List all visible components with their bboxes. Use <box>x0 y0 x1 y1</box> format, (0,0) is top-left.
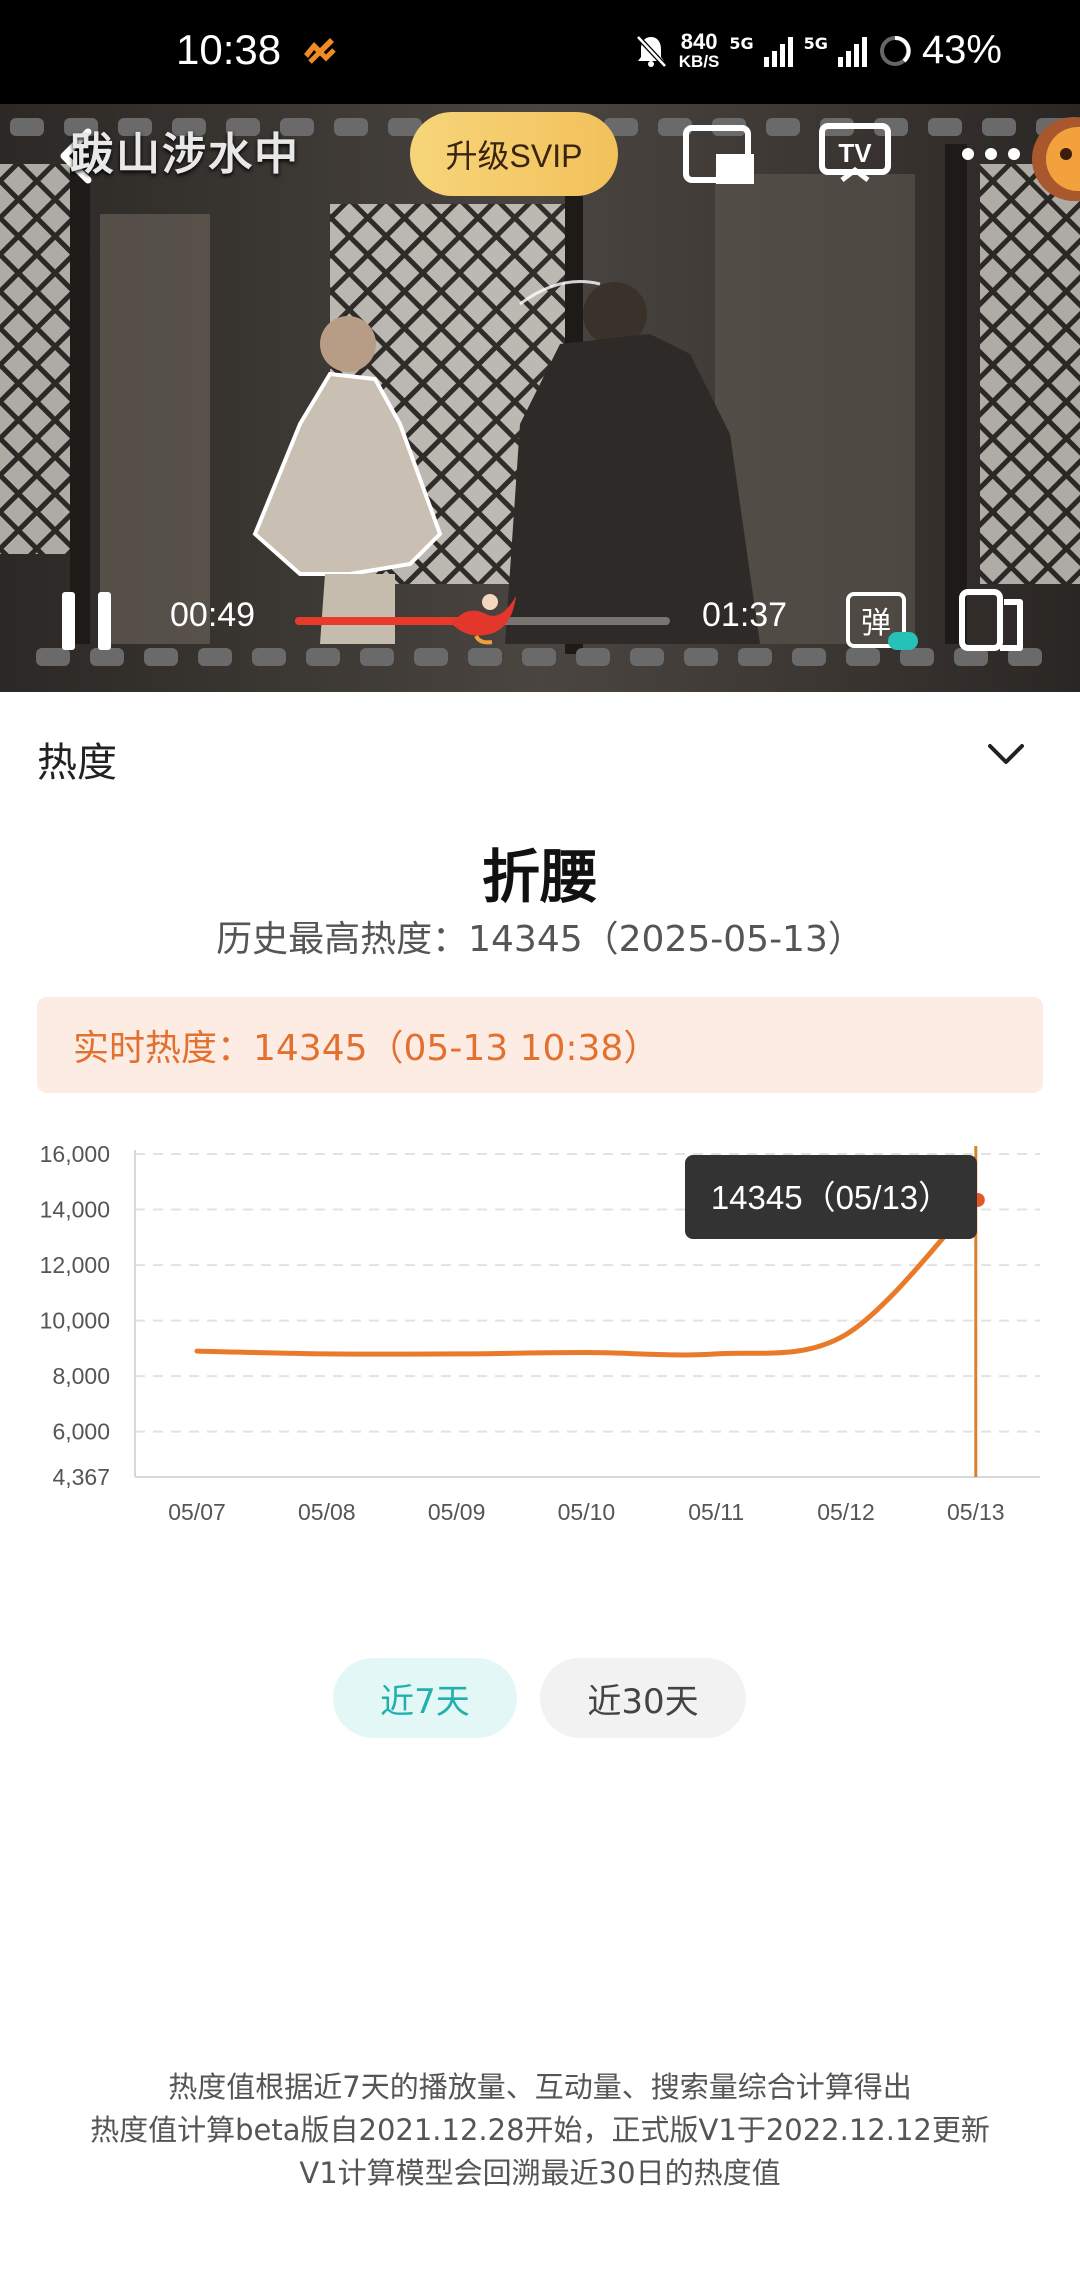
x-tick-label: 05/09 <box>428 1499 486 1525</box>
realtime-heat-banner: 实时热度：14345（05-13 10:38） <box>37 997 1043 1093</box>
heat-line-chart[interactable]: 16,000 14,000 12,000 10,000 8,000 6,000 4,367 0… <box>0 1120 1080 1560</box>
sim1-label: 5G <box>729 34 754 53</box>
battery-ring-icon <box>879 35 911 66</box>
battery-percent: 43% <box>921 28 1002 72</box>
y-tick-label: 12,000 <box>40 1252 110 1278</box>
panel-header-title: 热度 <box>37 740 117 786</box>
footnote-line: 热度值根据近7天的播放量、互动量、搜索量综合计算得出 <box>168 2070 912 2104</box>
sim2-label: 5G <box>803 34 828 53</box>
collapse-chevron-icon[interactable] <box>986 742 1026 768</box>
mute-bell-icon <box>635 34 667 68</box>
network-speed-value: 840 <box>680 28 718 54</box>
tooltip-text: 14345（05/13） <box>711 1179 951 1216</box>
upgrade-svip-button[interactable]: 升级SVIP <box>410 112 618 196</box>
app-notification-icon <box>304 38 336 64</box>
range-7-days-button[interactable]: 近7天 <box>333 1658 517 1738</box>
footnote-line: V1计算模型会回溯最近30日的热度值 <box>299 2156 781 2190</box>
y-tick-label: 16,000 <box>40 1141 110 1167</box>
status-bar: 10:38 840 KB/S 5G 5G 43% <box>0 0 1080 104</box>
video-player[interactable]: 跋山涉水中 升级SVIP TV 00:49 01:37 弹 <box>0 104 1080 692</box>
status-right: 840 KB/S 5G 5G 43% <box>633 28 1002 73</box>
y-tick-label: 8,000 <box>52 1363 110 1389</box>
footnote-line: 热度值计算beta版自2021.12.28开始，正式版V1于2022.12.12… <box>90 2113 990 2147</box>
y-tick-label: 14,000 <box>40 1197 110 1223</box>
realtime-heat-text: 实时热度：14345（05-13 10:38） <box>73 1028 660 1069</box>
chart-tooltip: 14345（05/13） <box>685 1155 977 1239</box>
signal-icon <box>837 36 867 67</box>
history-high-heat: 历史最高热度：14345（2025-05-13） <box>216 919 864 960</box>
signal-icon <box>763 36 793 67</box>
current-time: 00:49 <box>170 596 256 634</box>
tv-cast-icon[interactable]: TV <box>818 120 892 188</box>
x-tick-label: 05/11 <box>688 1499 744 1525</box>
pip-icon[interactable] <box>682 122 754 186</box>
y-tick-label: 10,000 <box>40 1308 110 1334</box>
total-time: 01:37 <box>702 596 788 634</box>
status-time: 10:38 <box>176 26 282 73</box>
danmu-toggle-indicator <box>888 632 918 650</box>
x-tick-label: 05/12 <box>817 1499 875 1525</box>
x-tick-label: 05/10 <box>558 1499 616 1525</box>
x-tick-label: 05/07 <box>168 1499 226 1525</box>
network-speed-unit: KB/S <box>678 51 720 71</box>
scrub-handle-icon[interactable] <box>446 584 522 646</box>
y-tick-label: 4,367 <box>52 1464 110 1490</box>
footnotes: 热度值根据近7天的播放量、互动量、搜索量综合计算得出 热度值计算beta版自20… <box>0 2066 1080 2195</box>
pause-icon[interactable] <box>58 590 116 652</box>
x-tick-label: 05/08 <box>298 1499 356 1525</box>
film-strip-bottom <box>36 648 1042 666</box>
x-tick-label: 05/13 <box>947 1499 1005 1525</box>
mascot-avatar-icon[interactable] <box>1026 116 1080 202</box>
range-30-days-button[interactable]: 近30天 <box>540 1658 746 1738</box>
svg-text:TV: TV <box>838 138 872 168</box>
rotate-screen-icon[interactable] <box>958 588 1026 652</box>
video-title: 跋山涉水中 <box>70 129 300 180</box>
y-tick-label: 6,000 <box>52 1419 110 1445</box>
drama-title: 折腰 <box>481 843 598 911</box>
network-speed: 840 KB/S <box>678 28 720 71</box>
more-icon[interactable] <box>960 144 1022 164</box>
